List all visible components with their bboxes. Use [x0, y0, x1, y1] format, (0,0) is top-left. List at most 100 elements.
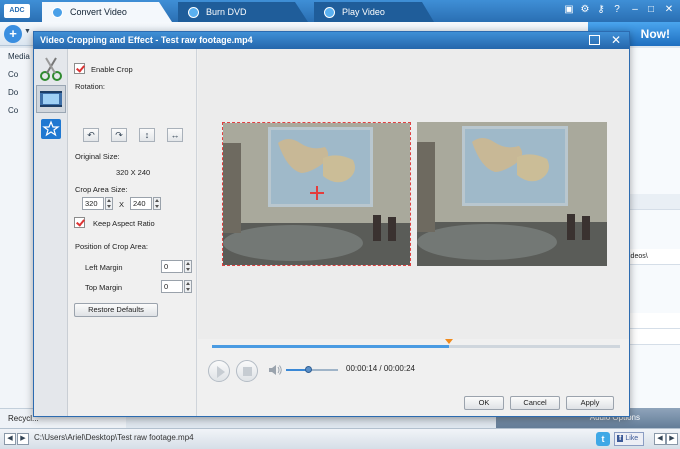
- keep-aspect-ratio-checkbox[interactable]: [74, 217, 85, 228]
- burn-dvd-icon: [188, 7, 199, 18]
- rotate-right-button[interactable]: ↷: [111, 128, 127, 142]
- tab-convert-video[interactable]: Convert Video: [42, 2, 172, 22]
- gear-icon[interactable]: ⚙: [578, 3, 592, 17]
- left-margin-input[interactable]: 0: [161, 260, 183, 273]
- flip-vertical-icon: ↕: [144, 130, 150, 140]
- app-logo: ADC: [4, 4, 30, 18]
- crop-tool-button[interactable]: [36, 55, 66, 83]
- tab-label: Play Video: [342, 7, 385, 17]
- total-time: 00:00:24: [383, 364, 415, 373]
- original-size-label: Original Size:: [75, 152, 120, 161]
- flip-horizontal-button[interactable]: ↔: [167, 128, 183, 142]
- output-video-frame: [417, 122, 607, 266]
- tab-label: Convert Video: [70, 7, 127, 17]
- output-select[interactable]: [629, 329, 680, 345]
- preview-area: 00:00:14 / 00:00:24 OK Cancel Apply: [198, 49, 629, 416]
- volume-icon[interactable]: [268, 364, 282, 376]
- enable-crop-label: Enable Crop: [91, 65, 133, 74]
- crop-center-handle[interactable]: [310, 186, 324, 200]
- crop-settings-panel: Enable Crop Rotation: ↶ ↷ ↕ ↔ Original S…: [69, 49, 197, 416]
- top-margin-spinner[interactable]: [184, 280, 192, 293]
- scroll-right-icon[interactable]: ▶: [666, 433, 678, 445]
- top-margin-input[interactable]: 0: [161, 280, 183, 293]
- flip-vertical-button[interactable]: ↕: [139, 128, 155, 142]
- rotate-right-icon: ↷: [115, 130, 123, 140]
- original-size-value: 320 X 240: [116, 168, 151, 177]
- output-panel: ideos\: [628, 48, 680, 428]
- original-preview[interactable]: [222, 122, 411, 266]
- time-readout: 00:00:14 / 00:00:24: [346, 364, 415, 373]
- facebook-icon: f: [617, 435, 624, 442]
- maximize-icon[interactable]: □: [644, 3, 658, 17]
- left-margin-label: Left Margin: [85, 263, 123, 272]
- tab-play-video[interactable]: Play Video: [314, 2, 434, 22]
- tab-burn-dvd[interactable]: Burn DVD: [178, 2, 308, 22]
- star-icon: [41, 119, 61, 139]
- play-button[interactable]: [208, 360, 230, 382]
- volume-knob[interactable]: [305, 366, 313, 373]
- app-titlebar: ADC Convert Video Burn DVD Play Video ▣ …: [0, 0, 680, 22]
- volume-slider[interactable]: [286, 366, 338, 373]
- enable-crop-checkbox[interactable]: [74, 63, 85, 74]
- ok-button[interactable]: OK: [464, 396, 504, 410]
- scissors-icon: [40, 57, 62, 81]
- rotate-left-button[interactable]: ↶: [83, 128, 99, 142]
- like-label: Like: [625, 435, 639, 442]
- restore-defaults-button[interactable]: Restore Defaults: [74, 303, 158, 317]
- media-panel-header: Media: [8, 52, 30, 61]
- output-select[interactable]: [629, 313, 680, 329]
- next-icon[interactable]: ▶: [17, 433, 29, 445]
- apply-button[interactable]: Apply: [566, 396, 614, 410]
- media-panel: Media Co Do Co: [0, 48, 36, 428]
- close-icon[interactable]: ✕: [662, 3, 676, 17]
- close-icon[interactable]: ✕: [608, 32, 624, 49]
- stop-button[interactable]: [236, 360, 258, 382]
- tool-sidebar: [34, 49, 68, 416]
- crop-effect-dialog: Video Cropping and Effect - Test raw foo…: [33, 31, 630, 417]
- left-margin-spinner[interactable]: [184, 260, 192, 273]
- maximize-icon[interactable]: [589, 35, 600, 45]
- rotation-label: Rotation:: [75, 82, 106, 91]
- output-toolbar-row: [629, 194, 680, 210]
- position-crop-area-label: Position of Crop Area:: [75, 242, 148, 251]
- status-bar: ◀ ▶ C:\Users\Ariel\Desktop\Test raw foot…: [0, 428, 680, 449]
- twitter-icon[interactable]: t: [596, 432, 610, 446]
- media-item[interactable]: Co: [0, 102, 35, 120]
- media-item[interactable]: Do: [0, 84, 35, 102]
- chevron-down-icon[interactable]: ▼: [24, 28, 31, 35]
- crop-width-spinner[interactable]: [105, 197, 113, 210]
- facebook-like-button[interactable]: f Like: [614, 432, 644, 446]
- crop-height-input[interactable]: 240: [130, 197, 152, 210]
- crop-width-input[interactable]: 320: [82, 197, 104, 210]
- preview-canvas: [198, 49, 629, 339]
- dialog-title: Video Cropping and Effect - Test raw foo…: [40, 35, 253, 45]
- output-path-field[interactable]: ideos\: [629, 249, 680, 265]
- minimize-icon[interactable]: –: [628, 3, 642, 17]
- seek-bar[interactable]: [212, 339, 620, 348]
- media-item[interactable]: Co: [0, 66, 35, 84]
- tab-label: Burn DVD: [206, 7, 247, 17]
- film-icon: [40, 91, 62, 107]
- play-video-icon: [324, 7, 335, 18]
- seek-handle[interactable]: [444, 339, 453, 344]
- convert-video-icon: [52, 7, 63, 18]
- seek-progress: [212, 345, 449, 348]
- add-video-button[interactable]: +: [4, 25, 22, 43]
- crop-area-size-label: Crop Area Size:: [75, 185, 128, 194]
- crop-x-label: X: [119, 200, 125, 209]
- top-margin-label: Top Margin: [85, 283, 123, 292]
- crop-height-spinner[interactable]: [153, 197, 161, 210]
- time-separator: /: [379, 364, 382, 373]
- output-preview: [417, 122, 607, 266]
- dialog-titlebar[interactable]: Video Cropping and Effect - Test raw foo…: [34, 32, 629, 49]
- status-file-path: C:\Users\Ariel\Desktop\Test raw footage.…: [34, 433, 194, 442]
- watermark-tool-button[interactable]: [36, 115, 66, 143]
- current-time: 00:00:14: [346, 364, 378, 373]
- register-icon[interactable]: ▣: [562, 3, 576, 17]
- cancel-button[interactable]: Cancel: [510, 396, 560, 410]
- key-icon[interactable]: ⚷: [594, 3, 608, 17]
- scroll-left-icon[interactable]: ◀: [654, 433, 666, 445]
- help-icon[interactable]: ?: [610, 3, 624, 17]
- prev-icon[interactable]: ◀: [4, 433, 16, 445]
- effect-tool-button[interactable]: [36, 85, 66, 113]
